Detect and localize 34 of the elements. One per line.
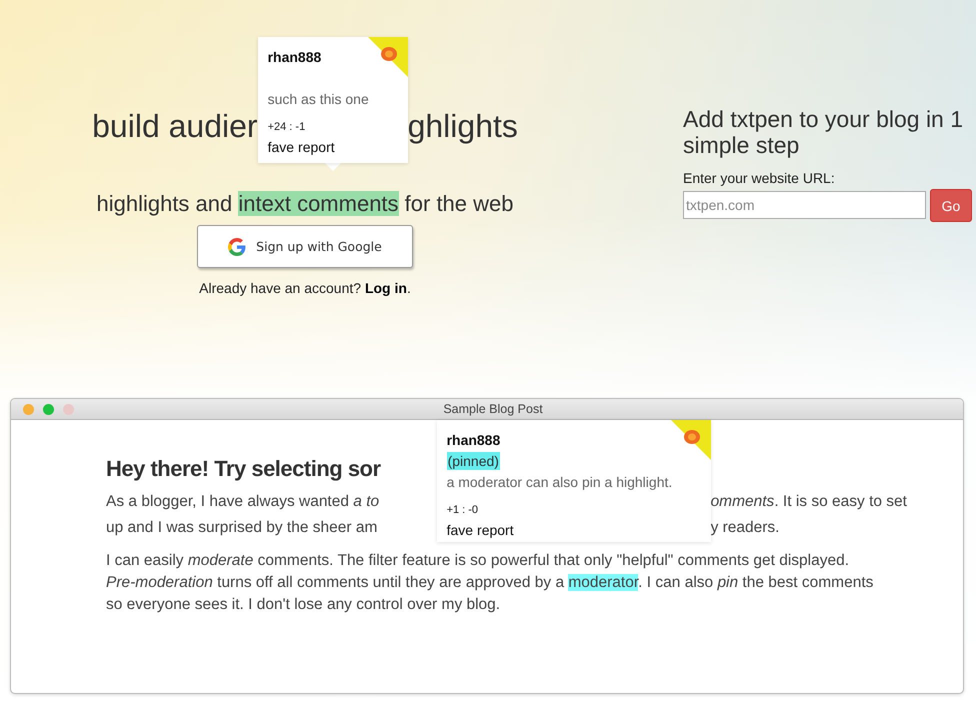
login-link[interactable]: Log in: [364, 280, 407, 296]
window-control[interactable]: [43, 404, 54, 414]
comment-username: rhan888: [446, 432, 502, 448]
paragraph-text: up and I was surprised by the sheer am: [106, 518, 378, 538]
comment-username: rhan888: [268, 49, 322, 65]
hero-title: ghlights: [408, 107, 518, 146]
text-highlight: intext comments: [238, 191, 399, 216]
corner-badge-icon: [368, 37, 408, 77]
comment-action-link[interactable]: fave: [268, 139, 294, 155]
window-control[interactable]: [23, 404, 34, 414]
comment-action-link[interactable]: fave: [446, 522, 474, 538]
window-title: Sample Blog Post: [443, 402, 543, 416]
vote-count: +24 : -1: [268, 121, 306, 133]
hero-subtitle: highlights and intext comments for the web: [96, 191, 514, 217]
hero-title: build audier: [92, 107, 258, 146]
paragraph-text: As a blogger, I have always wanted a to: [106, 492, 380, 512]
signup-title: Add txtpen to your blog in 1 simple step: [683, 106, 964, 158]
paragraph-text: y readers.: [710, 518, 780, 538]
vote-count: +1 : -0: [446, 504, 480, 516]
comment-action-link[interactable]: report: [298, 139, 335, 155]
login-prompt: Already have an account? Log in.: [199, 280, 411, 296]
go-button[interactable]: Go: [930, 189, 972, 222]
comment-action-link[interactable]: report: [477, 522, 514, 538]
paragraph-text: omments. It is so easy to set: [710, 492, 908, 512]
url-label: Enter your website URL:: [683, 170, 836, 186]
window-control[interactable]: [63, 404, 74, 414]
pinned-tag: (pinned): [446, 452, 500, 470]
comment-text: such as this one: [268, 91, 370, 107]
google-logo-icon: [228, 238, 246, 256]
corner-badge-icon: [670, 420, 711, 460]
blog-heading: Hey there! Try selecting sor: [106, 456, 382, 483]
url-input-field[interactable]: txtpen.com: [683, 191, 926, 219]
comment-text: a moderator can also pin a highlight.: [446, 474, 674, 490]
google-signup-button[interactable]: Sign up with Google: [197, 225, 413, 268]
